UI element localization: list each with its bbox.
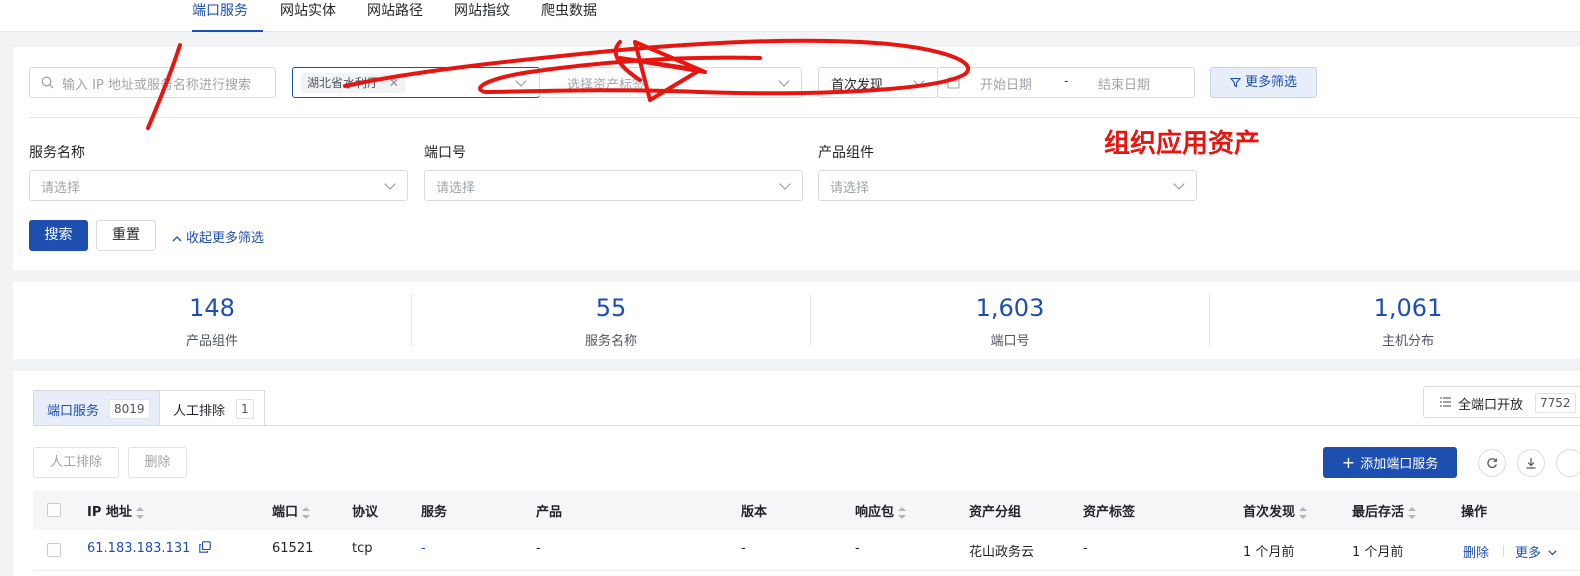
list-tab-manual-exclude[interactable]: 人工排除 1	[159, 390, 265, 426]
column-asset-tag: 资产标签	[1083, 505, 1136, 520]
column-response[interactable]: 响应包	[855, 501, 907, 520]
column-first-seen[interactable]: 首次发现	[1243, 501, 1308, 520]
column-product: 产品	[536, 505, 563, 520]
list-tab-label: 端口服务	[47, 404, 100, 419]
column-label: 端口	[272, 505, 299, 520]
stat-divider	[810, 294, 811, 346]
stat-value: 1,603	[975, 294, 1045, 322]
list-tab-port-service[interactable]: 端口服务 8019	[33, 390, 160, 426]
download-icon	[1526, 458, 1536, 469]
chevron-down-icon	[1548, 550, 1557, 556]
ip-link[interactable]: 61.183.183.131	[87, 541, 211, 556]
download-button[interactable]	[1517, 449, 1545, 477]
stat-label: 产品组件	[185, 334, 238, 349]
sort-icon[interactable]	[898, 506, 907, 519]
stat-label: 服务名称	[584, 334, 637, 349]
column-last-alive[interactable]: 最后存活	[1352, 501, 1417, 520]
refresh-icon	[1487, 458, 1497, 468]
sort-icon[interactable]	[135, 506, 144, 519]
row-delete-link[interactable]: 删除	[1463, 542, 1489, 561]
row-checkbox[interactable]	[47, 543, 61, 557]
add-port-service-label: 添加端口服务	[1360, 457, 1439, 472]
sort-icon[interactable]	[1408, 506, 1417, 519]
cell-response: -	[855, 541, 860, 556]
count-badge: 7752	[1535, 393, 1576, 413]
manual-exclude-button[interactable]: 人工排除	[33, 447, 119, 478]
add-port-service-button[interactable]: + 添加端口服务	[1323, 447, 1457, 478]
count-badge: 1	[236, 399, 254, 419]
cell-asset-tag: -	[1083, 541, 1088, 556]
stat-divider	[411, 294, 412, 346]
column-version: 版本	[741, 505, 768, 520]
column-service: 服务	[421, 505, 448, 520]
stat-value: 148	[189, 294, 235, 322]
cell-asset-group: 花山政务云	[969, 545, 1035, 560]
stat-label: 端口号	[990, 334, 1030, 349]
tab-underline	[33, 425, 1580, 426]
column-asset-group: 资产分组	[969, 505, 1022, 520]
column-label: 首次发现	[1243, 505, 1296, 520]
cell-port: 61521	[272, 541, 314, 556]
full-port-label: 全端口开放	[1458, 398, 1524, 413]
select-all-checkbox[interactable]	[47, 503, 61, 517]
column-protocol: 协议	[352, 505, 379, 520]
sort-icon[interactable]	[1299, 506, 1308, 519]
sort-icon[interactable]	[302, 506, 311, 519]
list-icon	[1440, 397, 1451, 407]
full-port-open-button[interactable]: 全端口开放 7752	[1423, 386, 1580, 418]
ip-value: 61.183.183.131	[87, 541, 191, 556]
cell-version: -	[741, 541, 746, 556]
list-tab-label: 人工排除	[173, 404, 226, 419]
scribble-loop	[343, 38, 970, 96]
cell-product: -	[536, 541, 541, 556]
column-label: 最后存活	[1352, 505, 1405, 520]
column-label: IP 地址	[87, 505, 132, 520]
copy-icon[interactable]	[198, 541, 211, 553]
column-actions: 操作	[1461, 505, 1488, 520]
row-more-label: 更多	[1515, 546, 1542, 561]
column-ip[interactable]: IP 地址	[87, 501, 144, 520]
scribble-line	[146, 43, 182, 130]
cell-first-seen: 1 个月前	[1243, 545, 1295, 560]
stat-value: 55	[595, 294, 627, 322]
column-port[interactable]: 端口	[272, 501, 311, 520]
column-label: 响应包	[855, 505, 895, 520]
stat-divider	[1209, 294, 1210, 346]
action-divider	[1503, 545, 1504, 557]
stat-value: 1,061	[1373, 294, 1443, 322]
settings-button[interactable]	[1556, 449, 1580, 477]
row-more-dropdown[interactable]: 更多	[1515, 542, 1557, 561]
count-badge: 8019	[109, 399, 150, 419]
cell-protocol: tcp	[352, 541, 373, 556]
delete-label: 删除	[144, 455, 171, 470]
cell-last-alive: 1 个月前	[1352, 545, 1404, 560]
cell-service[interactable]: -	[421, 541, 426, 556]
refresh-button[interactable]	[1478, 449, 1506, 477]
table-header	[33, 491, 1580, 530]
stat-label: 主机分布	[1381, 334, 1434, 349]
table-row	[33, 530, 1580, 571]
manual-exclude-label: 人工排除	[49, 455, 102, 470]
delete-button[interactable]: 删除	[128, 447, 187, 478]
plus-icon: +	[1341, 453, 1356, 472]
